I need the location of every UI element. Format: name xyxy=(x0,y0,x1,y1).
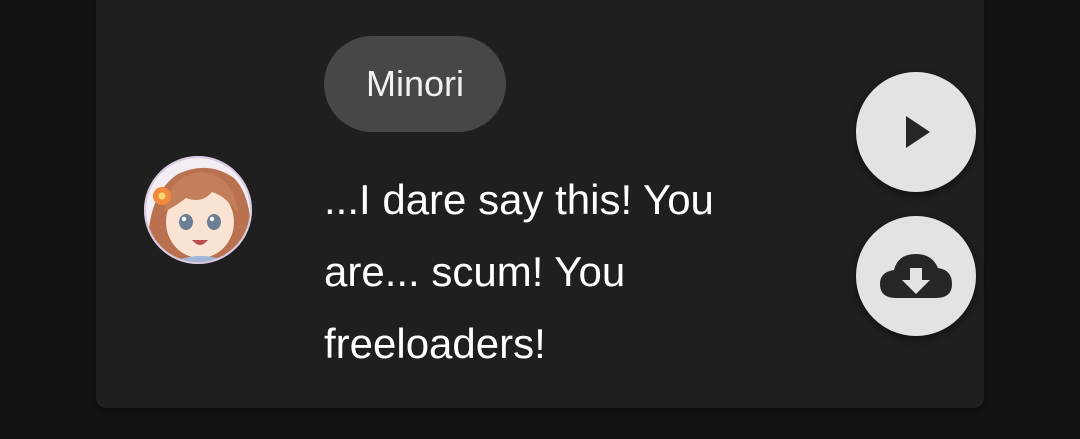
speaker-name-chip: Minori xyxy=(324,36,506,132)
character-avatar xyxy=(138,156,258,264)
play-button[interactable] xyxy=(856,72,976,192)
download-button[interactable] xyxy=(856,216,976,336)
cloud-download-icon xyxy=(880,254,952,298)
play-icon xyxy=(906,116,930,148)
dialogue-text: ...I dare say this! You are... scum! You… xyxy=(324,176,714,367)
